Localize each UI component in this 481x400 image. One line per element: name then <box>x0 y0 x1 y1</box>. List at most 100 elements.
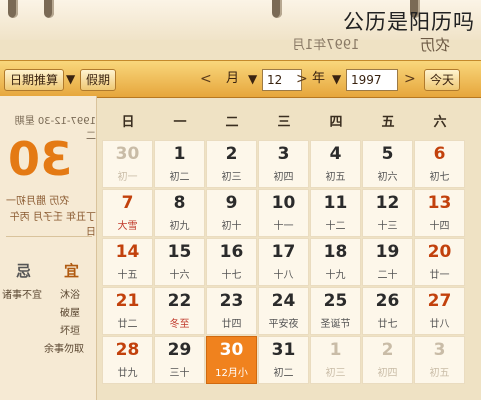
month-label: 月 <box>226 71 240 86</box>
day-number: 3 <box>277 144 290 164</box>
day-cell[interactable]: 7 大雪 <box>102 189 153 237</box>
day-cell[interactable]: 28 廿九 <box>102 336 153 384</box>
day-cell[interactable]: 2 初三 <box>206 140 257 188</box>
day-cell[interactable]: 25 圣诞节 <box>310 287 361 335</box>
day-number: 23 <box>219 291 244 311</box>
lunar-day: 廿八 <box>429 319 450 330</box>
yi-item: 沐浴 <box>60 290 80 301</box>
day-cell[interactable]: 14 十五 <box>102 238 153 286</box>
lunar-day: 初四 <box>273 172 294 183</box>
next-year-icon[interactable]: > <box>404 69 416 89</box>
next-month-icon[interactable]: > <box>296 69 308 89</box>
lunar-day: 初五 <box>325 172 346 183</box>
weekday-header: 三 <box>277 115 291 130</box>
day-cell[interactable]: 24 平安夜 <box>258 287 309 335</box>
day-cell[interactable]: 9 初十 <box>206 189 257 237</box>
day-number: 31 <box>271 340 296 360</box>
lunar-day: 初二 <box>169 172 190 183</box>
day-number: 15 <box>167 242 192 262</box>
day-number: 21 <box>115 291 140 311</box>
lunar-day: 十六 <box>169 270 190 281</box>
day-cell[interactable]: 20 廿一 <box>414 238 465 286</box>
weekday-header: 二 <box>225 115 239 130</box>
lunar-day: 初五 <box>429 368 450 379</box>
day-number: 8 <box>173 193 186 213</box>
day-number: 10 <box>271 193 296 213</box>
day-cell[interactable]: 4 初五 <box>310 140 361 188</box>
lunar-day: 十一 <box>273 221 294 232</box>
lunar-day: 初十 <box>221 221 242 232</box>
day-cell[interactable]: 2 初四 <box>362 336 413 384</box>
binder-ring <box>44 0 54 18</box>
lunar-day: 二十 <box>377 270 398 281</box>
selected-day-number: 30 <box>8 132 73 186</box>
day-cell[interactable]: 3 初四 <box>258 140 309 188</box>
today-button[interactable]: 今天 <box>424 69 461 91</box>
holiday-button[interactable]: 假期 <box>80 69 117 91</box>
dropdown-icon[interactable]: ▼ <box>332 69 341 89</box>
day-cell[interactable]: 1 初三 <box>310 336 361 384</box>
day-number: 5 <box>381 144 394 164</box>
lunar-day: 十四 <box>429 221 450 232</box>
weekday-header: 四 <box>329 115 343 130</box>
day-cell[interactable]: 13 十四 <box>414 189 465 237</box>
day-detail-panel: 1997-12-30 星期二 30 农历 腊月初一 丁丑年 壬子月 丙午日 宜 … <box>0 96 97 400</box>
day-cell[interactable]: 11 十二 <box>310 189 361 237</box>
day-cell[interactable]: 27 廿八 <box>414 287 465 335</box>
day-cell-today[interactable]: 30 12月小 <box>206 336 257 384</box>
lunar-day: 廿七 <box>377 319 398 330</box>
weekday-header: 六 <box>433 115 447 130</box>
day-cell[interactable]: 5 初六 <box>362 140 413 188</box>
day-cell[interactable]: 12 十三 <box>362 189 413 237</box>
day-cell[interactable]: 19 二十 <box>362 238 413 286</box>
day-number: 30 <box>219 340 244 360</box>
header-month-title: 1997年1月 <box>292 38 360 53</box>
day-cell[interactable]: 17 十八 <box>258 238 309 286</box>
binder-ring <box>272 0 282 18</box>
yi-item: 破屋 <box>60 308 80 319</box>
day-number: 27 <box>427 291 452 311</box>
yi-item: 余事勿取 <box>44 344 84 355</box>
lunar-date-line: 农历 腊月初一 <box>6 196 70 207</box>
day-cell[interactable]: 23 廿四 <box>206 287 257 335</box>
day-cell[interactable]: 31 初二 <box>258 336 309 384</box>
lunar-day: 初二 <box>273 368 294 379</box>
weekday-header: 日 <box>121 115 135 130</box>
day-cell[interactable]: 26 廿七 <box>362 287 413 335</box>
day-cell[interactable]: 8 初九 <box>154 189 205 237</box>
year-select[interactable]: 1997 <box>346 69 398 91</box>
day-number: 17 <box>271 242 296 262</box>
prev-month-icon[interactable]: < <box>200 69 212 89</box>
lunar-day: 初一 <box>117 172 138 183</box>
lunar-day: 初三 <box>325 368 346 379</box>
lunar-day: 十三 <box>377 221 398 232</box>
day-number: 11 <box>323 193 348 213</box>
date-query-button[interactable]: 日期推算 <box>4 69 65 91</box>
dropdown-icon[interactable]: ▼ <box>248 69 257 89</box>
lunar-day: 十二 <box>325 221 346 232</box>
day-cell[interactable]: 22 冬至 <box>154 287 205 335</box>
day-cell[interactable]: 29 三十 <box>154 336 205 384</box>
day-cell[interactable]: 10 十一 <box>258 189 309 237</box>
day-cell[interactable]: 15 十六 <box>154 238 205 286</box>
day-cell[interactable]: 18 十九 <box>310 238 361 286</box>
day-cell[interactable]: 3 初五 <box>414 336 465 384</box>
lunar-day: 十七 <box>221 270 242 281</box>
binder-ring <box>8 0 18 18</box>
lunar-day: 廿四 <box>221 319 242 330</box>
day-number: 20 <box>427 242 452 262</box>
dropdown-icon[interactable]: ▼ <box>66 69 75 89</box>
day-cell[interactable]: 1 初二 <box>154 140 205 188</box>
day-cell[interactable]: 6 初七 <box>414 140 465 188</box>
day-cell[interactable]: 21 廿二 <box>102 287 153 335</box>
lunar-day: 初三 <box>221 172 242 183</box>
day-number: 19 <box>375 242 400 262</box>
day-number: 30 <box>115 144 140 164</box>
lunar-day: 廿九 <box>117 368 138 379</box>
day-number: 7 <box>121 193 134 213</box>
lunar-day: 12月小 <box>215 368 248 379</box>
day-number: 29 <box>167 340 192 360</box>
lunar-day: 十八 <box>273 270 294 281</box>
day-cell[interactable]: 30 初一 <box>102 140 153 188</box>
day-cell[interactable]: 16 十七 <box>206 238 257 286</box>
